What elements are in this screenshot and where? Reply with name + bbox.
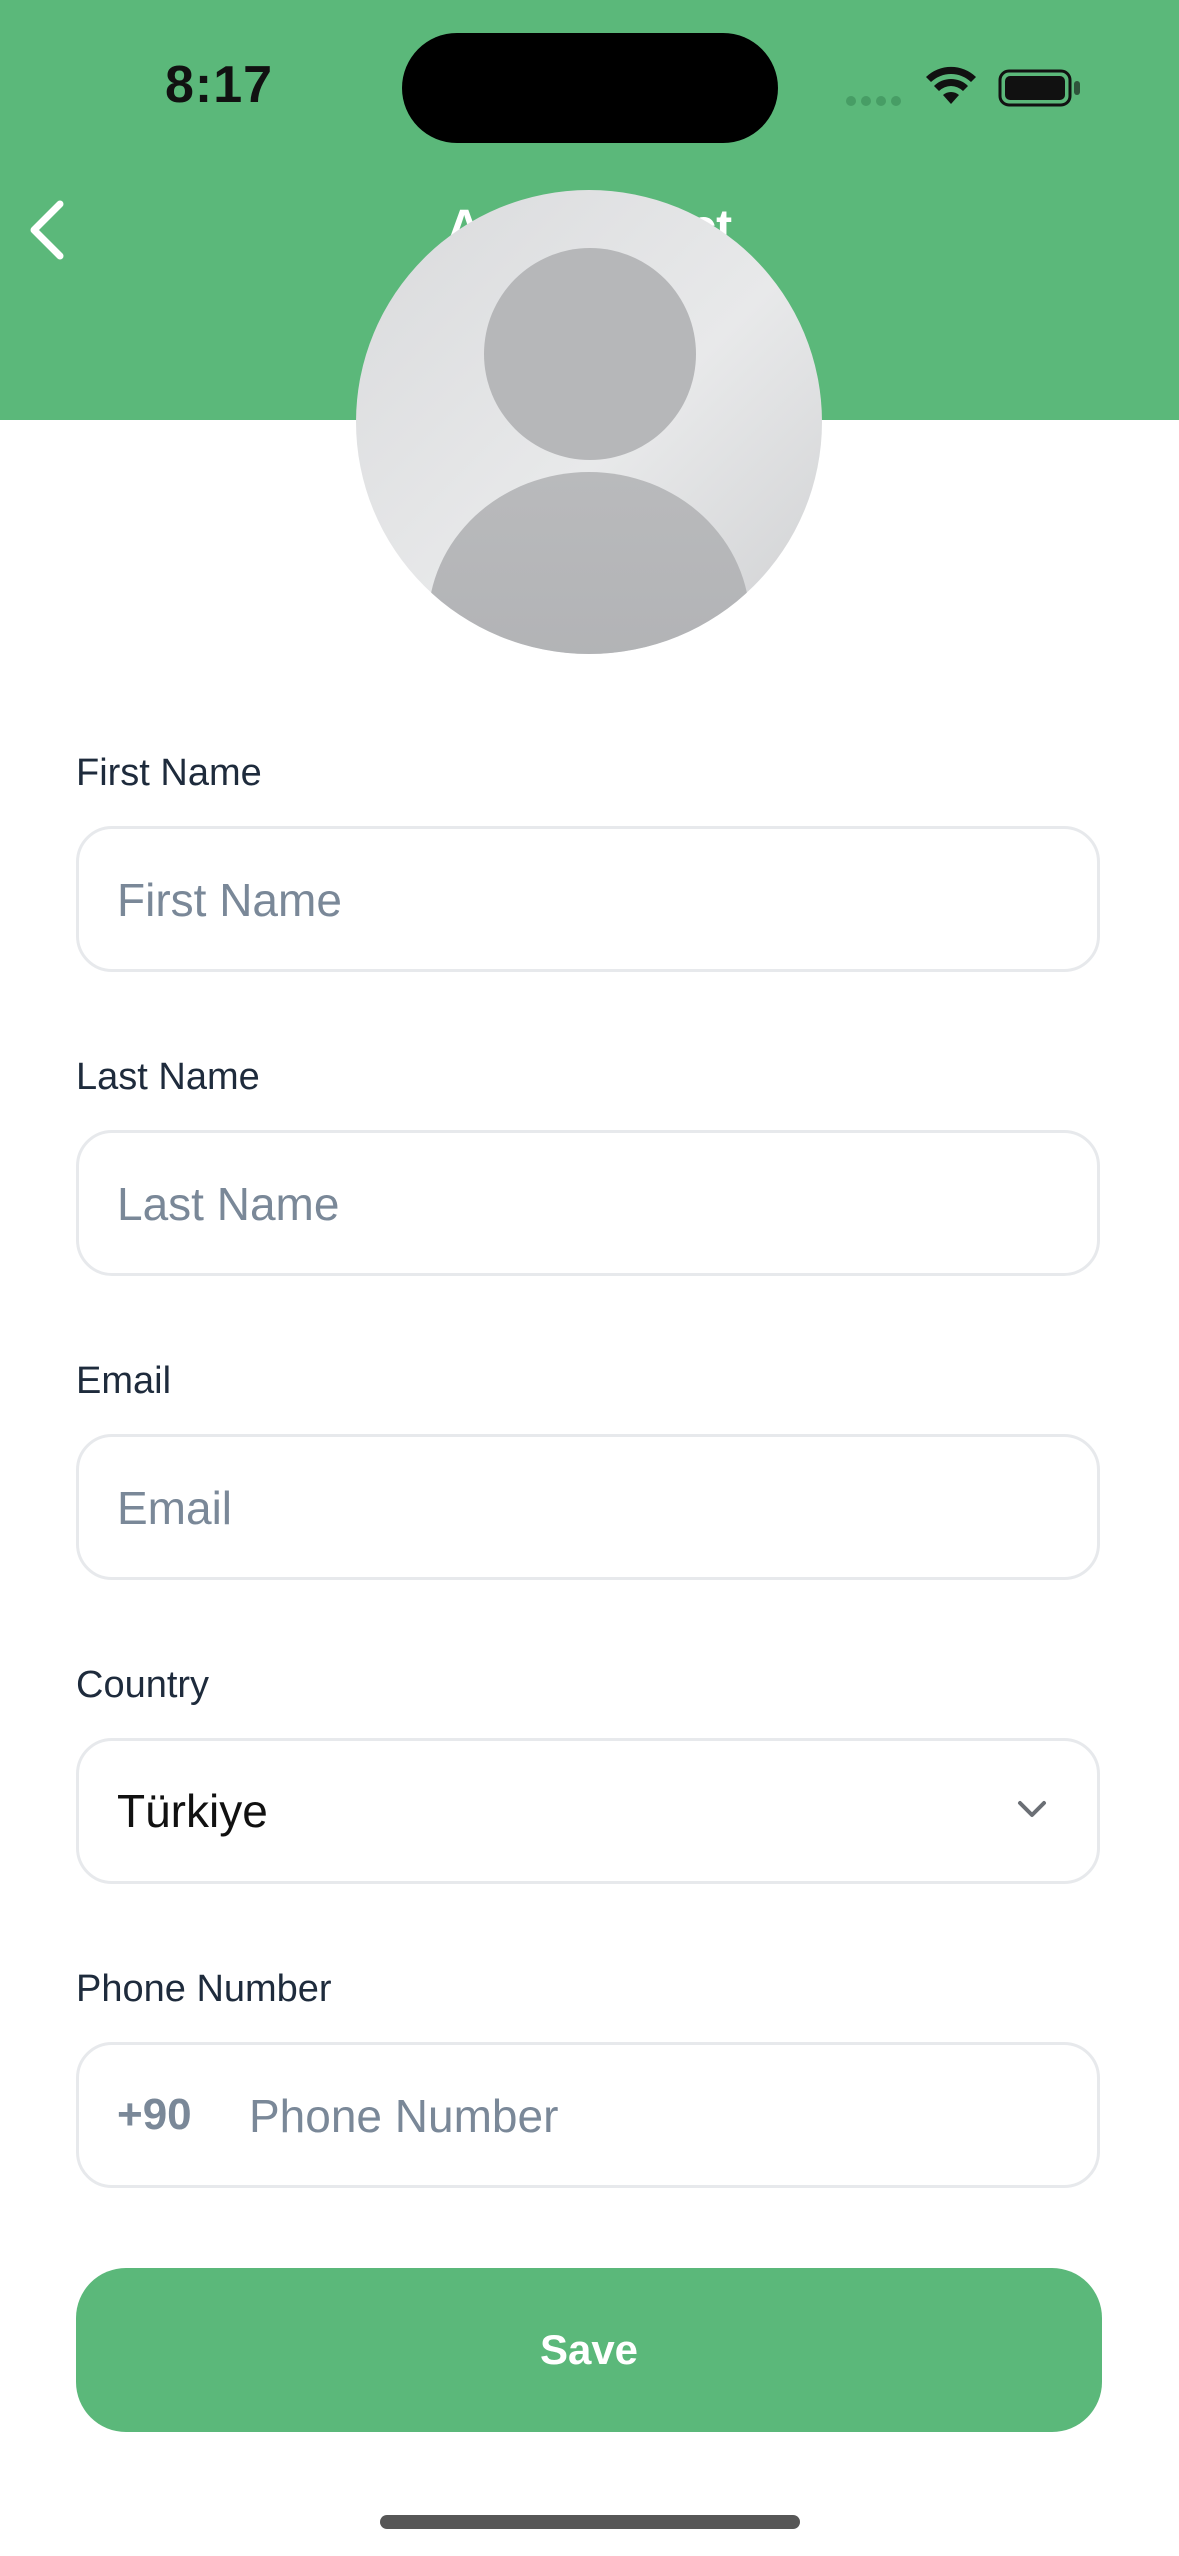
first-name-field-box	[76, 826, 1100, 972]
last-name-label: Last Name	[76, 1056, 260, 1098]
dial-code: +90	[117, 2090, 192, 2139]
country-label: Country	[76, 1664, 210, 1706]
country-selected-value: Türkiye	[117, 1785, 268, 1837]
status-time: 8:17	[165, 56, 274, 114]
home-indicator	[380, 2515, 800, 2529]
battery-icon	[998, 69, 1080, 107]
first-name-label: First Name	[76, 752, 262, 794]
country-select[interactable]: Türkiye	[76, 1738, 1100, 1884]
cellular-signal-icon	[846, 96, 901, 106]
phone-number-input[interactable]	[247, 2045, 1071, 2187]
last-name-input[interactable]	[115, 1133, 1059, 1275]
avatar[interactable]	[356, 190, 822, 654]
dynamic-island	[402, 33, 778, 143]
avatar-body-shape	[428, 472, 750, 654]
email-input[interactable]	[115, 1437, 1059, 1579]
phone-number-field-box: +90	[76, 2042, 1100, 2188]
save-button[interactable]: Save	[76, 2268, 1102, 2432]
email-label: Email	[76, 1360, 172, 1402]
phone-number-label: Phone Number	[76, 1968, 332, 2010]
first-name-input[interactable]	[115, 829, 1059, 971]
last-name-field-box	[76, 1130, 1100, 1276]
email-field-box	[76, 1434, 1100, 1580]
wifi-icon	[926, 66, 976, 104]
chevron-down-icon	[1018, 1801, 1046, 1817]
person-placeholder-icon	[484, 248, 696, 460]
